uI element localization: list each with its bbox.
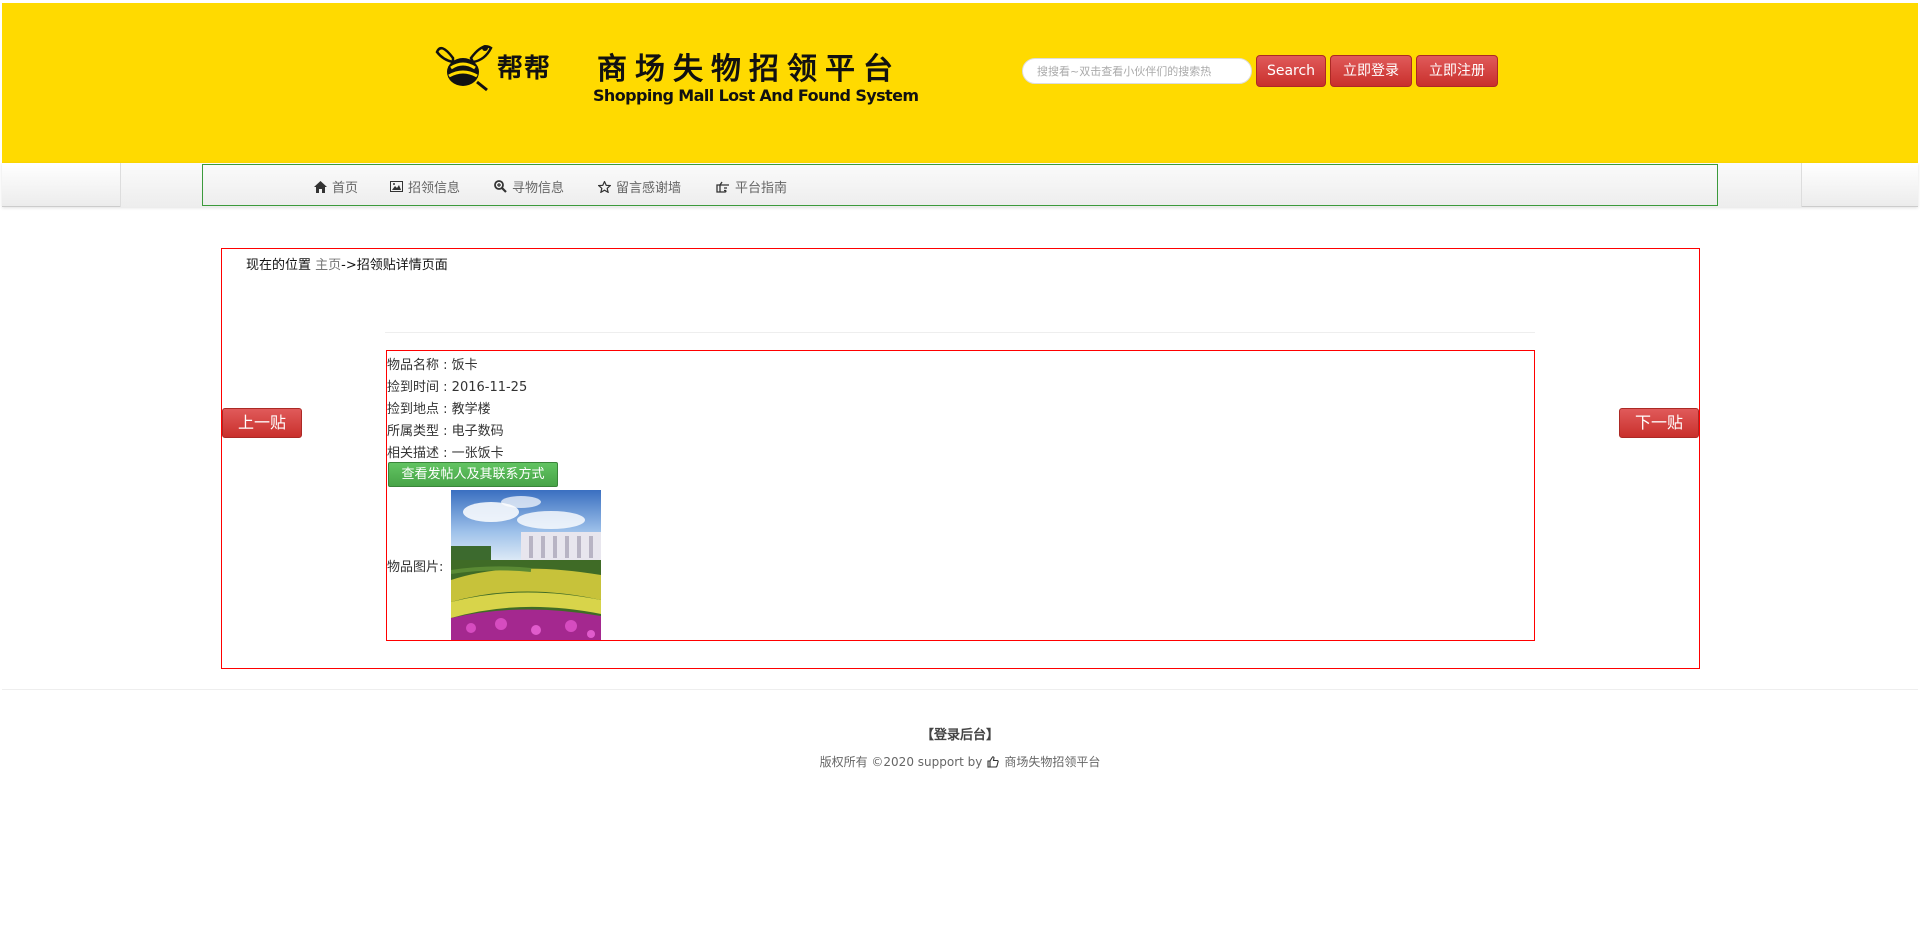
hand-right-icon: [716, 181, 729, 193]
site-title: 商场失物招领平台: [597, 52, 901, 87]
item-type-label: 所属类型: [387, 424, 440, 439]
item-photo: [451, 490, 601, 640]
nav-item-label: 留言感谢墙: [616, 181, 682, 196]
item-time-value: 2016-11-25: [451, 380, 528, 395]
item-name-label: 物品名称: [387, 358, 440, 373]
logo-text: 帮帮: [497, 54, 552, 84]
item-type-value: 电子数码: [451, 424, 504, 439]
nav-item-lost-info[interactable]: 寻物信息: [494, 177, 564, 196]
nav-item-guide[interactable]: 平台指南: [716, 177, 787, 196]
item-type-row: 所属类型 : 电子数码: [387, 424, 504, 439]
search-button[interactable]: Search: [1256, 55, 1326, 87]
header-banner: [2, 3, 1918, 163]
site-logo[interactable]: 帮帮: [435, 38, 565, 98]
site-subtitle: Shopping Mall Lost And Found System: [593, 86, 919, 105]
breadcrumb-home-link[interactable]: 主页: [315, 258, 341, 273]
item-image-label: 物品图片:: [387, 560, 444, 575]
nav-item-label: 平台指南: [735, 181, 788, 196]
prev-post-button[interactable]: 上一贴: [222, 408, 302, 438]
nav-item-label: 招领信息: [408, 181, 461, 196]
nav-item-thanks-wall[interactable]: 留言感谢墙: [598, 177, 681, 196]
divider: [385, 332, 1535, 333]
copyright-text: 版权所有 ©2020 support by: [819, 755, 983, 769]
next-post-button[interactable]: 下一贴: [1619, 408, 1699, 438]
thumbs-up-icon: [987, 755, 1000, 768]
breadcrumb-current: ->招领贴详情页面: [341, 258, 448, 273]
item-place-value: 教学楼: [451, 402, 491, 417]
item-place-row: 捡到地点 : 教学楼: [387, 402, 491, 417]
item-time-label: 捡到时间: [387, 380, 440, 395]
picture-icon: [390, 181, 403, 192]
footer-copyright: 版权所有 ©2020 support by 商场失物招领平台: [0, 753, 1920, 770]
footer-platform-name: 商场失物招领平台: [1004, 755, 1101, 769]
item-desc-label: 相关描述: [387, 446, 440, 461]
nav-item-found-info[interactable]: 招领信息: [390, 177, 460, 196]
nav-item-home[interactable]: 首页: [314, 177, 358, 196]
bee-logo-icon: [435, 45, 493, 92]
nav-item-label: 首页: [332, 181, 359, 196]
item-desc-row: 相关描述 : 一张饭卡: [387, 446, 504, 461]
zoom-in-icon: [494, 180, 507, 193]
breadcrumb-prefix: 现在的位置: [246, 258, 312, 273]
login-button[interactable]: 立即登录: [1330, 55, 1412, 87]
item-desc-value: 一张饭卡: [451, 446, 504, 461]
admin-login-link[interactable]: 【登录后台】: [0, 724, 1920, 743]
footer-divider: [2, 689, 1918, 690]
breadcrumb: 现在的位置 主页->招领贴详情页面: [246, 254, 448, 273]
home-icon: [314, 180, 327, 193]
search-input[interactable]: [1022, 58, 1252, 84]
view-contact-button[interactable]: 查看发帖人及其联系方式: [388, 462, 558, 487]
star-icon: [598, 180, 611, 193]
item-place-label: 捡到地点: [387, 402, 440, 417]
item-time-row: 捡到时间 : 2016-11-25: [387, 380, 528, 395]
register-button[interactable]: 立即注册: [1416, 55, 1498, 87]
nav-item-label: 寻物信息: [512, 181, 565, 196]
item-name-value: 饭卡: [451, 358, 478, 373]
item-name-row: 物品名称 : 饭卡: [387, 358, 478, 373]
